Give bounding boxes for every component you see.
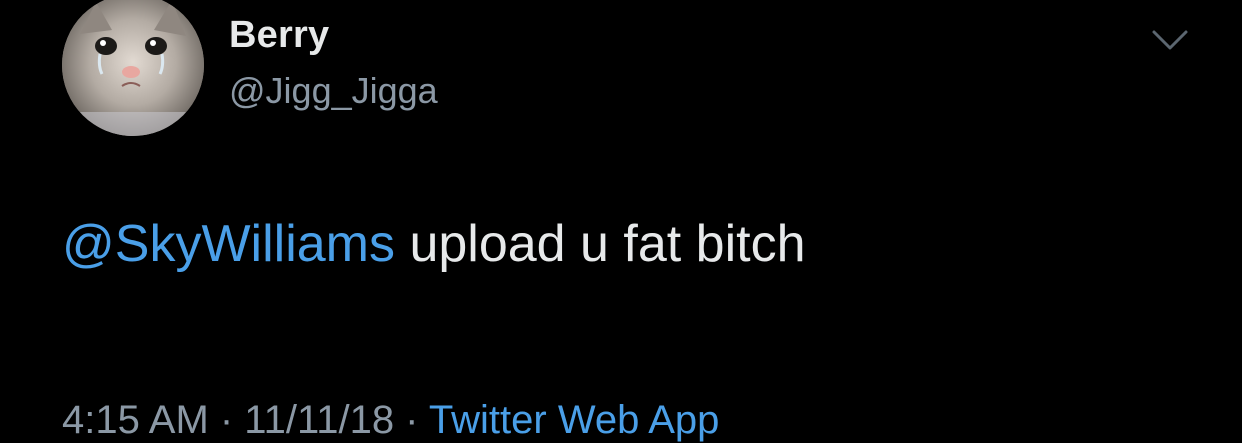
tweet-text: @SkyWilliams upload u fat bitch xyxy=(62,214,806,274)
source-link[interactable]: Twitter Web App xyxy=(429,398,720,442)
user-handle[interactable]: @Jigg_Jigga xyxy=(229,70,438,112)
chevron-down-icon[interactable] xyxy=(1150,26,1190,56)
mention-link[interactable]: @SkyWilliams xyxy=(62,215,395,273)
crying-cat-avatar-image xyxy=(62,0,204,136)
display-name[interactable]: Berry xyxy=(229,14,329,57)
tweet-meta: 4:15 AM · 11/11/18 · Twitter Web App xyxy=(62,398,719,443)
avatar[interactable] xyxy=(62,0,204,136)
tweet-body: upload u fat bitch xyxy=(395,215,806,273)
timestamp[interactable]: 4:15 AM · 11/11/18 · xyxy=(62,398,429,442)
tweet-card: Berry @Jigg_Jigga @SkyWilliams upload u … xyxy=(0,0,1242,442)
